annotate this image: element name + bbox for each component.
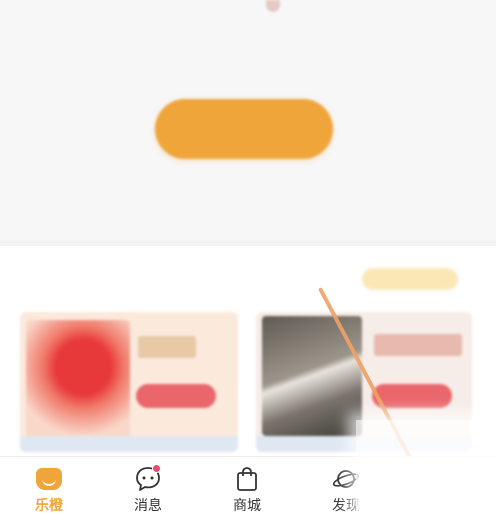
promo-tag — [374, 334, 462, 356]
top-decoration — [266, 0, 280, 12]
shopping-bag-icon — [233, 465, 261, 493]
promo-button[interactable] — [136, 384, 216, 408]
message-bubble-icon — [134, 464, 162, 493]
promo-tag — [138, 336, 196, 358]
promo-image — [26, 320, 130, 438]
tab-label: 乐橙 — [35, 498, 63, 514]
primary-action-button[interactable] — [155, 99, 333, 159]
section-more-link[interactable] — [362, 268, 458, 290]
home-smile-icon — [35, 465, 63, 493]
tab-label: 消息 — [134, 498, 162, 514]
tab-home[interactable]: 乐橙 — [9, 461, 89, 521]
blurred-hint-text — [38, 46, 458, 74]
promo-strip — [20, 436, 238, 452]
promo-card[interactable] — [20, 312, 238, 452]
notification-badge — [152, 464, 161, 473]
blurred-header-area — [0, 0, 496, 240]
tab-messages[interactable]: 消息 — [108, 461, 188, 521]
tab-mall[interactable]: 商城 — [207, 461, 287, 521]
obscured-corner — [356, 420, 496, 525]
tab-label: 商城 — [233, 498, 261, 514]
promo-image — [262, 316, 362, 436]
